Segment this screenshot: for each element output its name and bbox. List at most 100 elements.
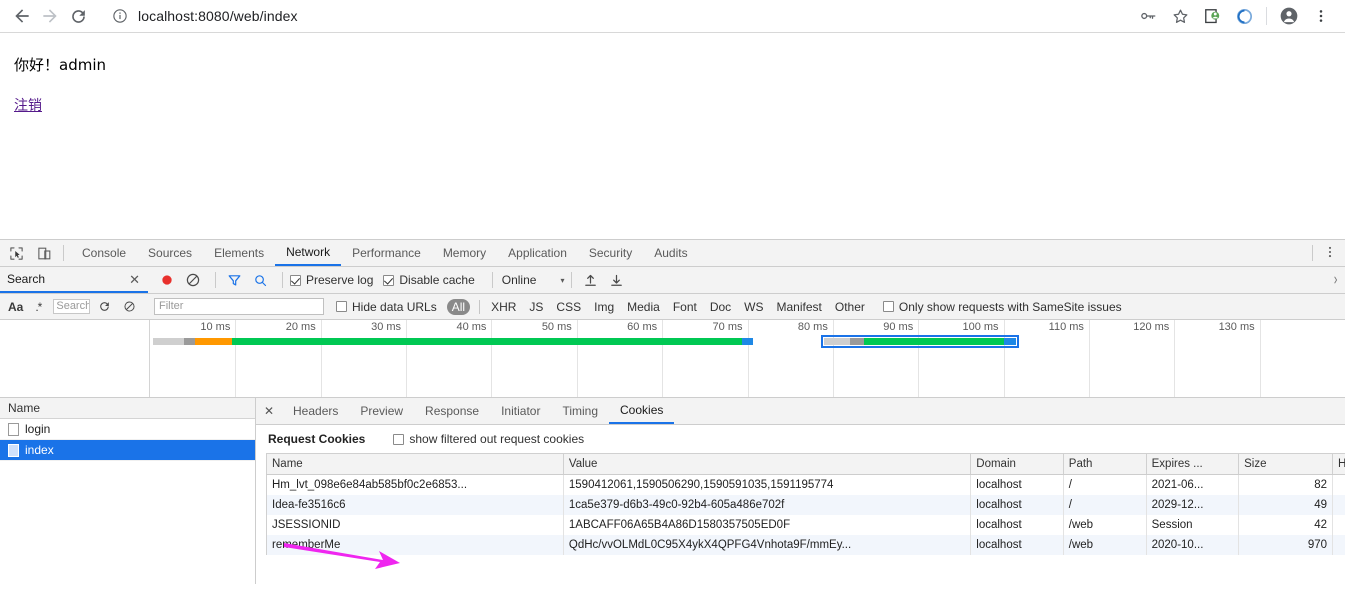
column-header-size[interactable]: Size <box>1238 453 1334 475</box>
type-filter-css[interactable]: CSS <box>551 299 586 315</box>
overview-gutter <box>0 320 150 397</box>
request-row-login[interactable]: login <box>0 419 255 440</box>
type-filter-media[interactable]: Media <box>622 299 665 315</box>
tab-timing[interactable]: Timing <box>551 398 609 424</box>
cell-domain: localhost <box>970 514 1064 535</box>
preserve-log-checkbox[interactable]: Preserve log <box>290 273 373 287</box>
waterfall-bar-index[interactable] <box>821 335 1020 348</box>
tab-audits[interactable]: Audits <box>643 240 698 266</box>
extension-puzzle-icon[interactable] <box>1199 3 1225 29</box>
type-filter-all[interactable]: All <box>446 298 471 315</box>
search-input[interactable]: Search <box>53 299 90 314</box>
show-filtered-cookies-checkbox[interactable]: show filtered out request cookies <box>393 432 584 446</box>
bookmark-star-icon[interactable] <box>1167 3 1193 29</box>
waterfall-bar-login[interactable] <box>153 338 753 345</box>
logout-link[interactable]: 注销 <box>14 95 42 115</box>
info-circle-icon[interactable] <box>112 8 128 24</box>
toolbar-divider <box>1266 7 1267 25</box>
tab-sources[interactable]: Sources <box>137 240 203 266</box>
timeline-gridline <box>1003 320 1005 397</box>
network-toolbar-overflow[interactable] <box>1331 267 1341 293</box>
tab-memory[interactable]: Memory <box>432 240 497 266</box>
chrome-menu-icon[interactable] <box>1308 3 1334 29</box>
filter-funnel-icon[interactable] <box>223 269 245 291</box>
waterfall-segment-download <box>1004 338 1017 345</box>
tab-security[interactable]: Security <box>578 240 643 266</box>
type-filter-other[interactable]: Other <box>830 299 870 315</box>
show-filtered-label: show filtered out request cookies <box>409 432 585 446</box>
type-filter-manifest[interactable]: Manifest <box>772 299 827 315</box>
samesite-issues-label: Only show requests with SameSite issues <box>898 299 1122 314</box>
close-icon[interactable]: ✕ <box>129 273 140 286</box>
type-filter-xhr[interactable]: XHR <box>486 299 521 315</box>
inspect-element-icon[interactable] <box>4 241 28 265</box>
search-magnifier-icon[interactable] <box>249 269 271 291</box>
tab-cookies[interactable]: Cookies <box>609 398 675 424</box>
waterfall-segment-queueing <box>153 338 185 345</box>
extension-circle-icon[interactable] <box>1231 3 1257 29</box>
throttling-dropdown[interactable]: Online ▾ <box>502 273 565 287</box>
device-toolbar-icon[interactable] <box>32 241 56 265</box>
address-bar-url[interactable]: localhost:8080/web/index <box>138 8 298 24</box>
profile-avatar-icon[interactable] <box>1276 3 1302 29</box>
type-filter-ws[interactable]: WS <box>739 299 768 315</box>
column-header-httponly[interactable]: HttpOnly <box>1332 453 1345 475</box>
type-filter-font[interactable]: Font <box>668 299 702 315</box>
forward-arrow-icon[interactable] <box>36 2 64 30</box>
request-row-label: index <box>25 443 54 457</box>
close-detail-icon[interactable]: ✕ <box>256 404 282 418</box>
tab-preview[interactable]: Preview <box>349 398 414 424</box>
type-filter-js[interactable]: JS <box>524 299 548 315</box>
tab-response[interactable]: Response <box>414 398 490 424</box>
cell-httponly: ✓ <box>1332 494 1345 515</box>
disable-cache-checkbox[interactable]: Disable cache <box>383 273 475 287</box>
tab-application[interactable]: Application <box>497 240 578 266</box>
tab-console[interactable]: Console <box>71 240 137 266</box>
import-har-icon[interactable] <box>579 269 601 291</box>
timeline-tick-label: 60 ms <box>627 321 658 333</box>
waterfall-segment-waiting <box>195 338 232 345</box>
tab-performance[interactable]: Performance <box>341 240 432 266</box>
tab-elements[interactable]: Elements <box>203 240 275 266</box>
type-filter-img[interactable]: Img <box>589 299 619 315</box>
toolbar-divider-2 <box>282 272 283 288</box>
clear-network-icon[interactable] <box>182 269 204 291</box>
table-row[interactable]: Hm_lvt_098e6e84ab585bf0c2e6853... 159041… <box>266 474 1345 495</box>
back-arrow-icon[interactable] <box>8 2 36 30</box>
column-header-value[interactable]: Value <box>563 453 972 475</box>
regex-icon[interactable]: .* <box>35 300 42 314</box>
samesite-issues-checkbox[interactable]: Only show requests with SameSite issues <box>882 299 1122 314</box>
export-har-icon[interactable] <box>605 269 627 291</box>
search-drawer-title: Search <box>7 272 46 286</box>
more-options-icon[interactable] <box>1323 245 1337 262</box>
match-case-icon[interactable]: Aa <box>8 300 23 314</box>
address-bar[interactable]: localhost:8080/web/index <box>102 3 1124 29</box>
detail-tab-list: ✕ Headers Preview Response Initiator Tim… <box>256 398 1345 425</box>
search-drawer-tab[interactable]: Search ✕ <box>0 267 148 293</box>
request-list-header[interactable]: Name <box>0 398 255 419</box>
tab-headers[interactable]: Headers <box>282 398 349 424</box>
type-filter-doc[interactable]: Doc <box>705 299 736 315</box>
cell-domain: localhost <box>970 494 1064 515</box>
column-header-name[interactable]: Name <box>266 453 564 475</box>
table-row[interactable]: JSESSIONID 1ABCAFF06A65B4A86D1580357505E… <box>266 514 1345 535</box>
cell-size: 42 <box>1238 514 1334 535</box>
timeline-tick-label: 120 ms <box>1133 321 1170 333</box>
tab-initiator[interactable]: Initiator <box>490 398 551 424</box>
refresh-icon[interactable] <box>98 300 111 313</box>
browser-toolbar: localhost:8080/web/index <box>0 0 1345 32</box>
hide-data-urls-checkbox[interactable]: Hide data URLs <box>336 300 437 314</box>
tab-network[interactable]: Network <box>275 240 342 266</box>
request-row-index[interactable]: index <box>0 440 255 461</box>
clear-search-icon[interactable] <box>123 300 136 313</box>
record-stop-icon[interactable] <box>156 269 178 291</box>
column-header-domain[interactable]: Domain <box>970 453 1064 475</box>
waterfall-timeline[interactable]: 10 ms 20 ms 30 ms 40 ms 50 ms 60 ms 70 ms 80 ms… <box>150 320 1345 397</box>
filter-input[interactable]: Filter <box>154 298 324 315</box>
column-header-expires[interactable]: Expires ... <box>1146 453 1240 475</box>
reload-icon[interactable] <box>64 2 92 30</box>
table-row[interactable]: rememberMe QdHc/vvOLMdL0C95X4ykX4QPFG4Vn… <box>266 534 1345 555</box>
table-row[interactable]: Idea-fe3516c6 1ca5e379-d6b3-49c0-92b4-60… <box>266 494 1345 515</box>
column-header-path[interactable]: Path <box>1063 453 1147 475</box>
password-key-icon[interactable] <box>1135 3 1161 29</box>
